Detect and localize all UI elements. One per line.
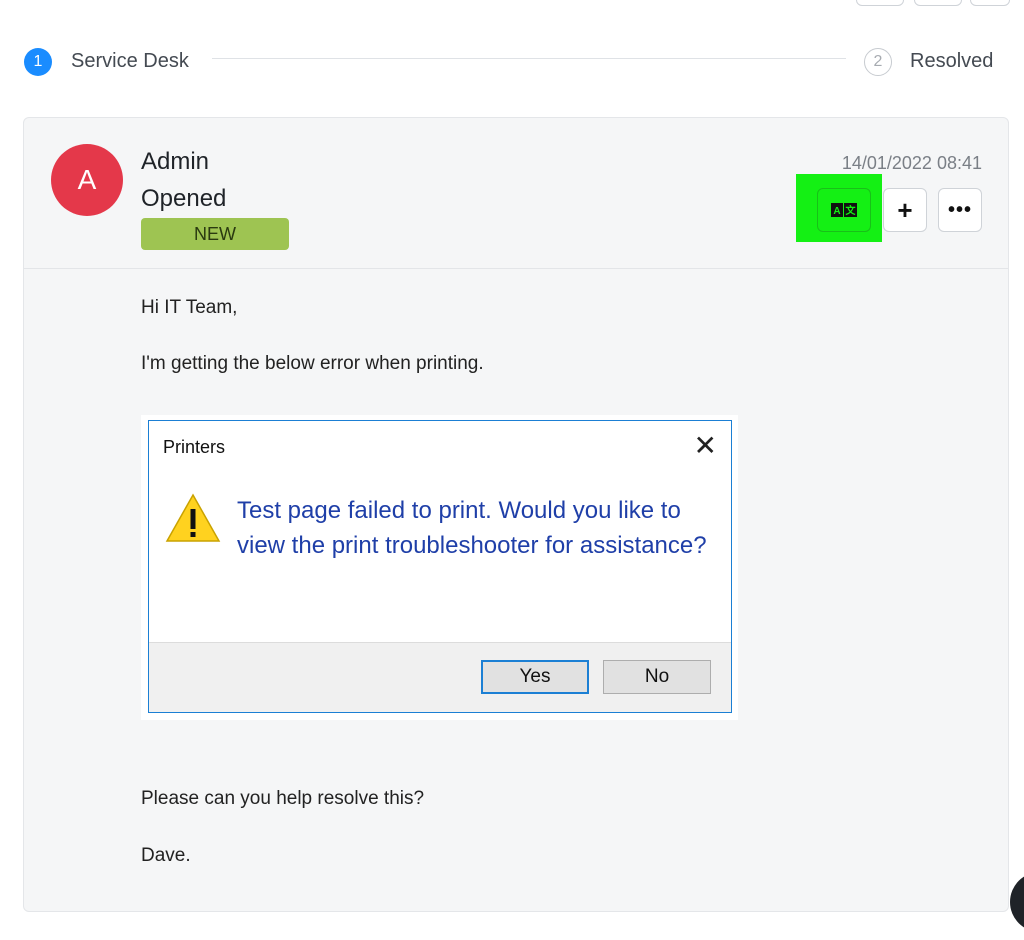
dialog-footer: Yes No	[149, 642, 731, 712]
step-1-label: Service Desk	[71, 50, 189, 72]
message-greeting: Hi IT Team,	[141, 297, 238, 318]
dialog-title: Printers	[163, 437, 226, 457]
status-badge: NEW	[141, 218, 289, 250]
step-2-indicator: 2	[864, 48, 892, 76]
ticket-card: A Admin Opened NEW 14/01/2022 08:41 A 文 …	[23, 117, 1009, 912]
more-options-button[interactable]: •••	[938, 188, 982, 232]
dialog-no-button: No	[603, 660, 711, 694]
top-action-button-1[interactable]	[856, 0, 904, 6]
embedded-screenshot: Printers ✕ Test page failed to print. Wo…	[141, 415, 738, 720]
message-line-1: I'm getting the below error when printin…	[141, 353, 484, 374]
step-1-indicator: 1	[24, 48, 52, 76]
timestamp: 14/01/2022 08:41	[841, 153, 982, 173]
dialog-yes-button: Yes	[481, 660, 589, 694]
message-signoff: Dave.	[141, 845, 191, 866]
stepper-connector	[212, 58, 846, 59]
author-name: Admin	[141, 148, 210, 175]
chat-fab-button[interactable]	[1010, 872, 1024, 932]
translate-button[interactable]: A 文	[817, 188, 871, 232]
card-divider	[24, 268, 1008, 269]
close-icon: ✕	[693, 430, 717, 461]
warning-icon	[165, 493, 221, 542]
avatar: A	[51, 144, 123, 216]
top-action-button-3[interactable]	[970, 0, 1010, 6]
top-action-button-2[interactable]	[914, 0, 962, 6]
add-button[interactable]: +	[883, 188, 927, 232]
step-2-label: Resolved	[910, 50, 994, 72]
ticket-status: Opened	[141, 185, 227, 212]
message-line-2: Please can you help resolve this?	[141, 788, 425, 809]
printer-error-dialog: Printers ✕ Test page failed to print. Wo…	[148, 420, 732, 713]
dialog-message: Test page failed to print. Would you lik…	[237, 497, 707, 559]
svg-text:A: A	[833, 206, 840, 217]
translate-icon: A 文	[831, 203, 857, 217]
svg-text:文: 文	[846, 204, 857, 217]
